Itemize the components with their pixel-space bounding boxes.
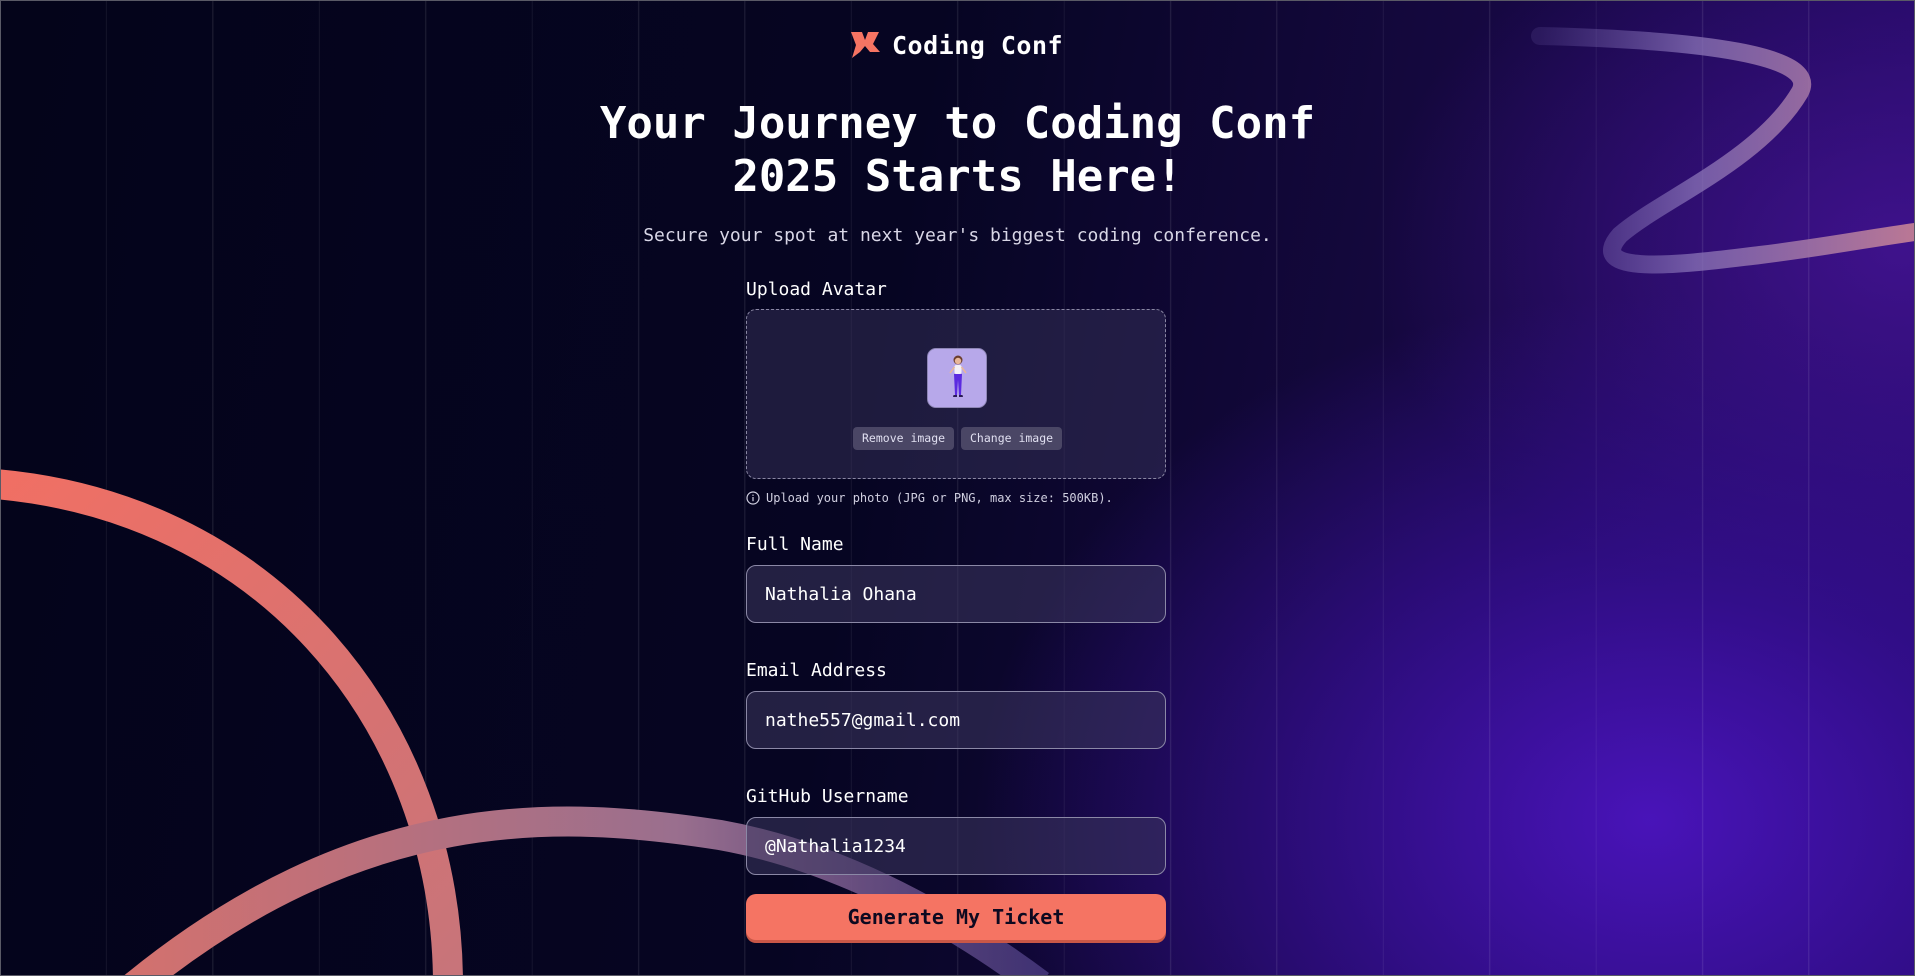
info-icon [746, 491, 760, 505]
avatar-person-image [928, 349, 986, 407]
remove-image-button[interactable]: Remove image [853, 427, 955, 450]
avatar-dropzone[interactable]: Remove image Change image [746, 309, 1166, 479]
page-title-line2: 2025 Starts Here! [732, 151, 1183, 202]
full-name-input[interactable] [746, 565, 1166, 623]
avatar-upload-hint: Upload your photo (JPG or PNG, max size:… [746, 491, 1113, 505]
email-input[interactable] [746, 691, 1166, 749]
github-username-label: GitHub Username [746, 786, 909, 807]
generate-ticket-button[interactable]: Generate My Ticket [746, 894, 1166, 940]
decor-arc-large [0, 469, 463, 976]
github-username-input[interactable] [746, 817, 1166, 875]
change-image-button[interactable]: Change image [961, 427, 1063, 450]
page-title: Your Journey to Coding Conf 2025 Starts … [0, 97, 1915, 203]
avatar-upload-label: Upload Avatar [746, 279, 887, 300]
email-label: Email Address [746, 660, 887, 681]
full-name-label: Full Name [746, 534, 844, 555]
brand-logo[interactable]: Coding Conf [850, 28, 1063, 62]
coding-conf-logo-icon [851, 32, 880, 58]
page-title-line1: Your Journey to Coding Conf [599, 98, 1316, 149]
avatar-hint-text: Upload your photo (JPG or PNG, max size:… [766, 491, 1113, 505]
brand-name: Coding Conf [892, 30, 1064, 60]
avatar-preview [927, 348, 987, 408]
page-subtitle: Secure your spot at next year's biggest … [643, 225, 1272, 246]
